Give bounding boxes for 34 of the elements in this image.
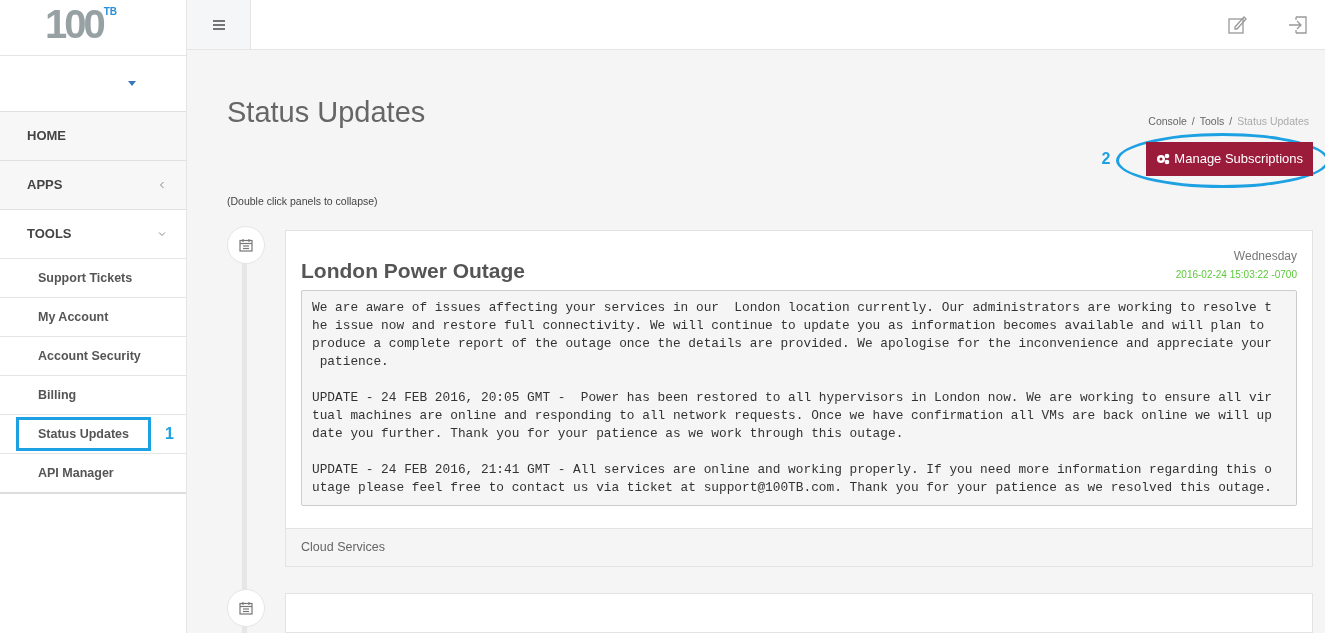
update-day: Wednesday <box>1233 246 1297 265</box>
edit-icon[interactable] <box>1228 14 1248 35</box>
sidebar-item[interactable]: API Manager <box>16 455 136 491</box>
calendar-icon <box>239 237 253 252</box>
breadcrumb-separator: / <box>1191 114 1195 129</box>
sidebar-item[interactable]: Support Tickets <box>16 260 155 296</box>
collapse-hint: (Double click panels to collapse) <box>227 193 379 209</box>
dropdown-caret-icon[interactable] <box>128 81 136 86</box>
gears-icon <box>1156 152 1171 165</box>
page-title: Status Updates <box>227 95 426 130</box>
menu-icon <box>212 19 225 30</box>
calendar-icon <box>239 601 253 615</box>
update-category: Cloud Services <box>301 539 386 557</box>
breadcrumb-separator: / <box>1229 114 1233 129</box>
update-card[interactable] <box>285 229 1313 567</box>
sidebar-item[interactable]: Billing <box>16 377 99 413</box>
sidebar-item[interactable]: Account Security <box>16 338 163 374</box>
section-label: APPS <box>27 176 63 195</box>
sidebar-item[interactable]: Status Updates <box>16 416 151 452</box>
annotation-number: 2 <box>1101 148 1111 169</box>
section-label: TOOLS <box>27 225 72 244</box>
breadcrumb-link[interactable]: Console <box>1148 114 1187 130</box>
breadcrumb-link[interactable]: Tools <box>1199 114 1225 130</box>
update-body: We are aware of issues affecting your services in our London location currently. Our administrators are working to resolve t he issue now and restore full connectivity. We will continue to update you as information becomes available and will plan to produce a complete report of the outage once the details are provided. We apologise for the inconvenience and appreciate your patience. UPDATE - 24 FEB 2016, 20:05 GMT - Power has been restored to all hypervisors in London now. We are working to ensure all vir tual machines are online and responding to all network requests. Once we have confirmation all VMs are back online we will up date you further. Thank you for your patience as we work through this outage. UPDATE - 24 FEB 2016, 21:41 GMT - All services are online and working properly. If you need more information regarding this o utage please feel free to contact us via ticket at support@100TB.com. Thank you for your patience as we resolved this outage. <box>301 290 1297 506</box>
update-timestamp: 2016-02-24 15:03:22 -0700 <box>1175 267 1297 282</box>
sidebar-section[interactable]: HOME <box>0 111 186 160</box>
manage-subscriptions-button[interactable]: Manage Subscriptions <box>1146 141 1313 176</box>
sidebar-item[interactable]: My Account <box>16 299 131 335</box>
sidebar-section[interactable]: APPS <box>0 160 186 209</box>
section-label: HOME <box>27 127 66 146</box>
update-title: London Power Outage <box>301 257 525 284</box>
annotation-number: 1 <box>165 424 174 444</box>
logout-icon[interactable] <box>1288 14 1308 35</box>
menu-button[interactable] <box>187 0 251 49</box>
